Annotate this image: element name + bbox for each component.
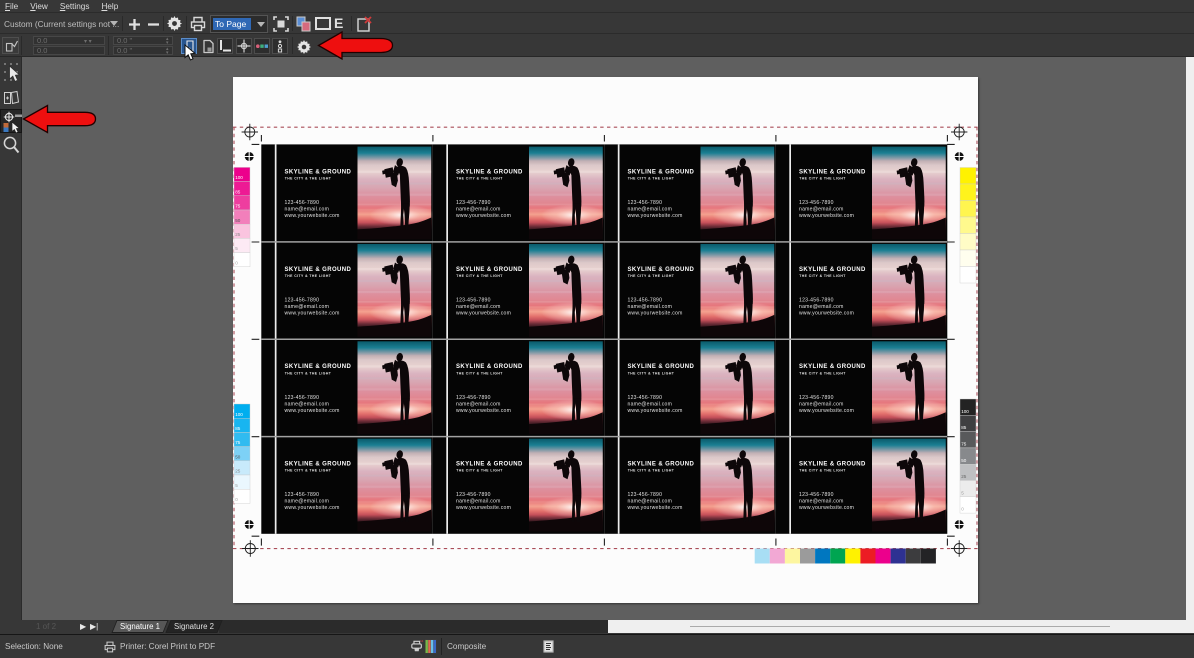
svg-text:5: 5 [235,246,238,251]
svg-text:25: 25 [235,469,241,474]
svg-text:50: 50 [961,458,967,463]
svg-text:0: 0 [235,497,238,502]
svg-text:0: 0 [235,260,238,265]
svg-text:75: 75 [961,442,967,447]
svg-text:100: 100 [235,175,243,180]
svg-text:75: 75 [235,440,241,445]
svg-text:85: 85 [235,189,241,194]
svg-text:85: 85 [961,425,967,430]
svg-text:5: 5 [961,490,964,495]
svg-text:50: 50 [235,218,241,223]
svg-text:25: 25 [961,474,967,479]
svg-text:50: 50 [235,454,241,459]
svg-text:85: 85 [235,426,241,431]
svg-text:75: 75 [235,204,241,209]
svg-text:5: 5 [235,483,238,488]
svg-text:100: 100 [961,409,969,414]
svg-text:100: 100 [235,412,243,417]
svg-text:0: 0 [961,507,964,512]
svg-text:25: 25 [235,232,241,237]
